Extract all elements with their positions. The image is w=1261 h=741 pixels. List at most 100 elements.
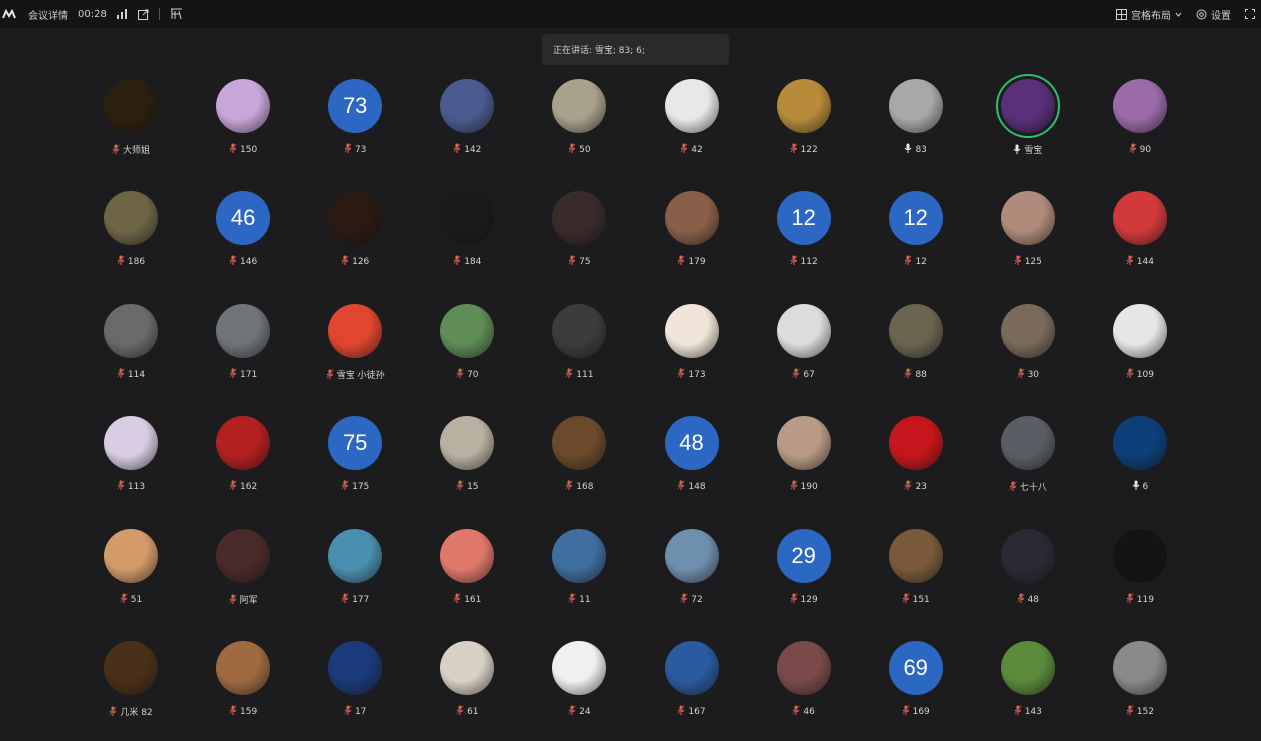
participant-avatar[interactable] (1000, 191, 1055, 246)
participant-tile[interactable]: 61 (411, 641, 523, 741)
participant-tile[interactable]: 159 (187, 641, 299, 741)
participant-tile[interactable]: 184 (411, 191, 523, 291)
participant-avatar[interactable] (104, 303, 158, 358)
participant-tile[interactable]: 24 (523, 641, 635, 741)
participant-avatar[interactable] (216, 416, 271, 471)
participant-avatar[interactable] (664, 528, 719, 583)
participant-tile[interactable]: 179 (636, 191, 748, 291)
participant-avatar[interactable] (552, 641, 607, 695)
participant-avatar[interactable] (440, 79, 495, 133)
meeting-tool-icon[interactable] (170, 8, 183, 20)
participant-avatar[interactable] (104, 416, 158, 471)
participant-tile[interactable]: 12 12 (860, 191, 972, 291)
participant-tile[interactable]: 42 (636, 79, 748, 179)
participant-tile[interactable]: 113 (75, 416, 187, 516)
participant-tile[interactable]: 75 175 (299, 416, 411, 516)
participant-number-avatar[interactable]: 46 (216, 191, 271, 246)
participant-avatar[interactable] (104, 641, 158, 695)
participant-avatar[interactable] (776, 641, 831, 695)
participant-number-avatar[interactable]: 29 (776, 528, 831, 583)
fullscreen-icon[interactable] (1245, 9, 1255, 19)
participant-avatar[interactable] (552, 79, 607, 133)
participant-tile[interactable]: 173 (636, 303, 748, 404)
participant-avatar[interactable] (104, 528, 158, 583)
participant-tile[interactable]: 119 (1084, 528, 1196, 629)
participant-tile[interactable]: 151 (860, 528, 972, 629)
participant-avatar[interactable] (1000, 416, 1055, 471)
participant-tile[interactable]: 122 (748, 79, 860, 179)
signal-strength-icon[interactable] (116, 9, 128, 19)
participant-number-avatar[interactable]: 75 (328, 416, 383, 471)
participant-tile[interactable]: 30 (972, 303, 1084, 404)
participant-tile[interactable]: 51 (75, 528, 187, 629)
participant-avatar[interactable] (1112, 528, 1167, 583)
participant-avatar[interactable] (552, 191, 607, 246)
participant-avatar[interactable] (995, 74, 1060, 138)
participant-tile[interactable]: 48 (972, 528, 1084, 629)
participant-avatar[interactable] (552, 303, 607, 358)
participant-avatar[interactable] (888, 416, 943, 471)
participant-avatar[interactable] (440, 641, 495, 695)
participant-avatar[interactable] (440, 528, 495, 583)
participant-tile[interactable]: 11 (523, 528, 635, 629)
participant-tile[interactable]: 大师姐 (75, 79, 187, 179)
participant-number-avatar[interactable]: 48 (664, 416, 719, 471)
layout-menu-button[interactable]: 宫格布局 (1116, 7, 1182, 22)
participant-tile[interactable]: 72 (636, 528, 748, 629)
participant-tile[interactable]: 161 (411, 528, 523, 629)
participant-tile[interactable]: 67 (748, 303, 860, 404)
participant-avatar[interactable] (664, 641, 719, 695)
participant-avatar[interactable] (888, 303, 943, 358)
participant-tile[interactable]: 12 112 (748, 191, 860, 291)
participant-tile[interactable]: 142 (411, 79, 523, 179)
participant-number-avatar[interactable]: 73 (328, 79, 383, 133)
participant-tile[interactable]: 168 (523, 416, 635, 516)
participant-tile[interactable]: 几米 82 (75, 641, 187, 741)
participant-tile[interactable]: 162 (187, 416, 299, 516)
participant-avatar[interactable] (1000, 641, 1055, 695)
participant-tile[interactable]: 雪宝 小徒孙 (299, 303, 411, 404)
participant-avatar[interactable] (1112, 303, 1167, 358)
participant-number-avatar[interactable]: 69 (888, 641, 943, 695)
participant-tile[interactable]: 143 (972, 641, 1084, 741)
participant-avatar[interactable] (1000, 528, 1055, 583)
participant-avatar[interactable] (776, 303, 831, 358)
participant-tile[interactable]: 109 (1084, 303, 1196, 404)
participant-tile[interactable]: 50 (523, 79, 635, 179)
settings-button[interactable]: 设置 (1196, 7, 1231, 22)
participant-avatar[interactable] (328, 191, 383, 246)
participant-tile[interactable]: 75 (523, 191, 635, 291)
participant-tile[interactable]: 190 (748, 416, 860, 516)
participant-avatar[interactable] (888, 528, 943, 583)
participant-number-avatar[interactable]: 12 (888, 191, 943, 246)
participant-tile[interactable]: 177 (299, 528, 411, 629)
participant-avatar[interactable] (104, 79, 158, 133)
participant-avatar[interactable] (888, 79, 943, 133)
participant-avatar[interactable] (216, 303, 271, 358)
participant-avatar[interactable] (1112, 191, 1167, 246)
participant-avatar[interactable] (440, 191, 495, 246)
participant-tile[interactable]: 46 (748, 641, 860, 741)
participant-tile[interactable]: 69 169 (860, 641, 972, 741)
participant-tile[interactable]: 167 (636, 641, 748, 741)
participant-avatar[interactable] (664, 79, 719, 133)
participant-number-avatar[interactable]: 12 (776, 191, 831, 246)
meeting-details-link[interactable]: 会议详情 (28, 7, 68, 22)
participant-tile[interactable]: 152 (1084, 641, 1196, 741)
participant-tile[interactable]: 144 (1084, 191, 1196, 291)
participant-avatar[interactable] (328, 528, 383, 583)
participant-tile[interactable]: 48 148 (636, 416, 748, 516)
participant-tile[interactable]: 6 (1084, 416, 1196, 516)
participant-tile[interactable]: 90 (1084, 79, 1196, 179)
participant-tile[interactable]: 23 (860, 416, 972, 516)
participant-tile[interactable]: 186 (75, 191, 187, 291)
participant-tile[interactable]: 29 129 (748, 528, 860, 629)
participant-avatar[interactable] (440, 303, 495, 358)
participant-avatar[interactable] (104, 191, 158, 246)
participant-avatar[interactable] (664, 191, 719, 246)
participant-tile[interactable]: 雪宝 (972, 74, 1084, 179)
participant-tile[interactable]: 七十八 (972, 416, 1084, 516)
participant-avatar[interactable] (776, 416, 831, 471)
participant-avatar[interactable] (328, 303, 383, 358)
participant-avatar[interactable] (1112, 416, 1167, 471)
